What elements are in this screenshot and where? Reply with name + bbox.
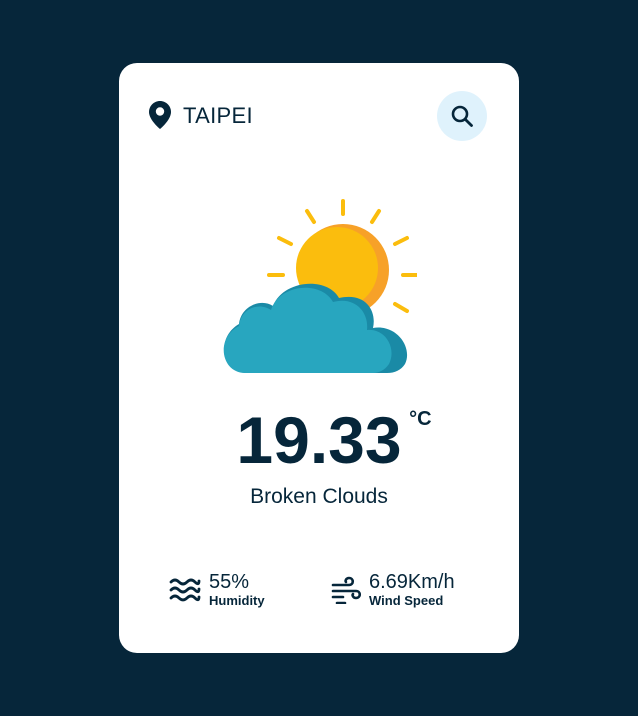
temperature-block: 19.33 °C <box>119 407 519 473</box>
city-name: TAIPEI <box>183 103 253 128</box>
search-icon <box>451 105 473 127</box>
wind-speed-value: 6.69Km/h <box>369 571 455 593</box>
temperature-value: 19.33 <box>236 403 402 477</box>
humidity-stat: 55% Humidity <box>169 571 265 609</box>
temperature-unit: °C <box>409 408 432 430</box>
humidity-value: 55% <box>209 571 250 593</box>
wind-speed-label: Wind Speed <box>369 593 444 608</box>
waves-icon <box>169 578 201 602</box>
wind-stat: 6.69Km/h Wind Speed <box>331 571 455 609</box>
location-pin-icon <box>149 101 171 129</box>
sun-behind-cloud-icon <box>223 199 417 373</box>
weather-card: TAIPEI 19.33 °C Broken Clouds 55% Humidi… <box>119 63 519 653</box>
weather-description: Broken Clouds <box>250 485 388 508</box>
search-button[interactable] <box>437 91 487 141</box>
humidity-label: Humidity <box>209 593 265 608</box>
wind-icon <box>331 576 361 604</box>
